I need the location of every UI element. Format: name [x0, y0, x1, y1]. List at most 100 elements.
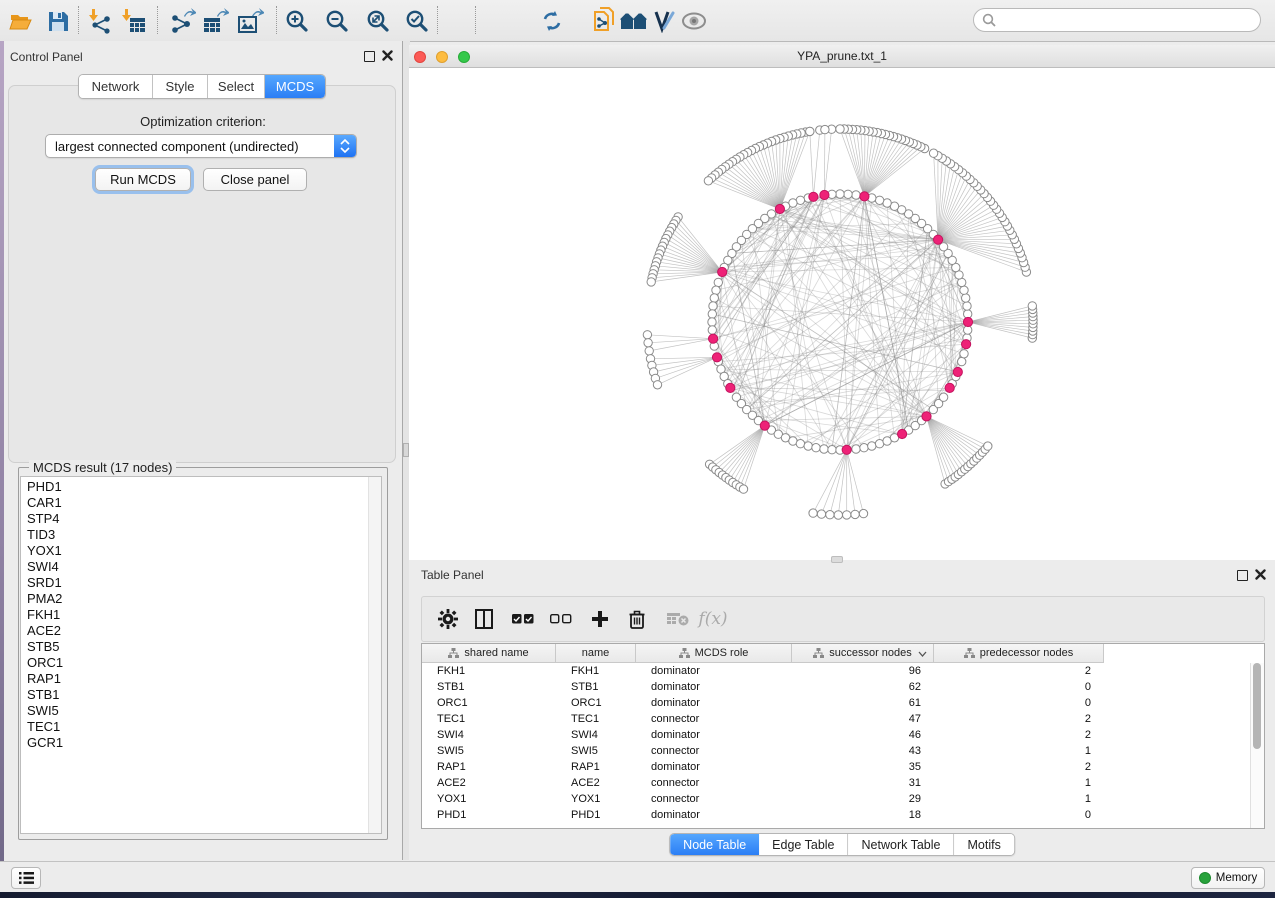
- mcds-result-item[interactable]: SWI4: [27, 559, 63, 575]
- select-all-columns-button[interactable]: [508, 604, 538, 634]
- network-node[interactable]: [644, 339, 652, 347]
- table-row[interactable]: SWI4SWI4dominator462: [422, 727, 1264, 743]
- table-row[interactable]: YOX1YOX1connector291: [422, 791, 1264, 807]
- network-node[interactable]: [739, 485, 747, 493]
- tab-motifs[interactable]: Motifs: [954, 834, 1013, 855]
- network-node[interactable]: [962, 294, 970, 302]
- network-node[interactable]: [709, 302, 717, 310]
- mcds-result-item[interactable]: SRD1: [27, 575, 63, 591]
- tab-network-table[interactable]: Network Table: [849, 834, 955, 855]
- mcds-result-item[interactable]: STB1: [27, 687, 63, 703]
- function-builder-button[interactable]: f(x): [698, 604, 728, 634]
- show-hide-button[interactable]: [678, 5, 710, 37]
- network-node[interactable]: [958, 357, 966, 365]
- close-panel-button[interactable]: Close panel: [203, 168, 307, 191]
- mcds-hub-node[interactable]: [860, 192, 869, 201]
- horizontal-splitter-handle[interactable]: [831, 556, 843, 563]
- open-session-button[interactable]: [5, 5, 37, 37]
- network-node[interactable]: [868, 442, 876, 450]
- network-node[interactable]: [826, 511, 834, 519]
- show-column-button[interactable]: [469, 604, 499, 634]
- optimization-criterion-select[interactable]: largest connected component (undirected): [45, 134, 357, 158]
- visual-properties-button[interactable]: [648, 5, 680, 37]
- mcds-hub-node[interactable]: [712, 353, 721, 362]
- search-box[interactable]: [973, 8, 1261, 32]
- mcds-result-item[interactable]: RAP1: [27, 671, 63, 687]
- network-node[interactable]: [1028, 302, 1036, 310]
- network-node[interactable]: [860, 444, 868, 452]
- network-node[interactable]: [984, 442, 992, 450]
- create-column-button[interactable]: [585, 604, 615, 634]
- tab-network[interactable]: Network: [79, 75, 153, 98]
- network-node[interactable]: [929, 149, 937, 157]
- network-node[interactable]: [796, 440, 804, 448]
- tab-mcds[interactable]: MCDS: [265, 75, 325, 98]
- tab-edge-table[interactable]: Edge Table: [759, 834, 848, 855]
- network-node[interactable]: [708, 310, 716, 318]
- network-node[interactable]: [820, 445, 828, 453]
- import-network-button[interactable]: [84, 5, 116, 37]
- mcds-hub-node[interactable]: [945, 383, 954, 392]
- network-node[interactable]: [939, 393, 947, 401]
- network-node[interactable]: [643, 331, 651, 339]
- mcds-hub-node[interactable]: [963, 317, 972, 326]
- mcds-result-item[interactable]: TEC1: [27, 719, 63, 735]
- column-header-name[interactable]: name: [556, 644, 636, 663]
- show-panels-menu-button[interactable]: [11, 867, 41, 889]
- network-node[interactable]: [817, 510, 825, 518]
- table-row[interactable]: PHD1PHD1dominator180: [422, 807, 1264, 823]
- import-table-button[interactable]: [117, 5, 149, 37]
- network-node[interactable]: [708, 318, 716, 326]
- network-node[interactable]: [844, 190, 852, 198]
- network-node[interactable]: [804, 442, 812, 450]
- delete-table-button[interactable]: [663, 604, 693, 634]
- share-document-button[interactable]: [588, 5, 620, 37]
- export-table-button[interactable]: [199, 5, 231, 37]
- network-node[interactable]: [960, 286, 968, 294]
- unselect-all-columns-button[interactable]: [546, 604, 576, 634]
- mcds-result-item[interactable]: STB5: [27, 639, 63, 655]
- tab-node-table[interactable]: Node Table: [670, 834, 759, 855]
- mcds-result-item[interactable]: PMA2: [27, 591, 63, 607]
- mcds-result-item[interactable]: TID3: [27, 527, 63, 543]
- network-canvas[interactable]: [409, 68, 1275, 560]
- mcds-hub-node[interactable]: [809, 192, 818, 201]
- network-node[interactable]: [859, 509, 867, 517]
- mcds-hub-node[interactable]: [726, 383, 735, 392]
- network-node[interactable]: [834, 511, 842, 519]
- tab-select[interactable]: Select: [208, 75, 265, 98]
- network-node[interactable]: [836, 190, 844, 198]
- network-node[interactable]: [647, 278, 655, 286]
- mcds-hub-node[interactable]: [934, 235, 943, 244]
- network-node[interactable]: [852, 445, 860, 453]
- column-header-shared-name[interactable]: shared name: [422, 644, 556, 663]
- table-scrollbar[interactable]: [1250, 663, 1264, 829]
- mcds-result-item[interactable]: PHD1: [27, 479, 63, 495]
- table-panel-float-button[interactable]: [1237, 570, 1248, 581]
- mcds-hub-node[interactable]: [718, 267, 727, 276]
- network-node[interactable]: [806, 127, 814, 135]
- network-node[interactable]: [851, 510, 859, 518]
- control-panel-float-button[interactable]: [364, 51, 375, 62]
- table-row[interactable]: ACE2ACE2connector311: [422, 775, 1264, 791]
- table-row[interactable]: TEC1TEC1connector472: [422, 711, 1264, 727]
- network-node[interactable]: [843, 511, 851, 519]
- mcds-result-item[interactable]: GCR1: [27, 735, 63, 751]
- mcds-hub-node[interactable]: [842, 445, 851, 454]
- network-node[interactable]: [653, 381, 661, 389]
- column-header-predecessor-nodes[interactable]: predecessor nodes: [934, 644, 1104, 663]
- table-row[interactable]: ORC1ORC1dominator610: [422, 695, 1264, 711]
- mcds-hub-node[interactable]: [760, 421, 769, 430]
- column-header-successor-nodes[interactable]: successor nodes: [792, 644, 934, 663]
- network-node[interactable]: [812, 444, 820, 452]
- mcds-hub-node[interactable]: [922, 412, 931, 421]
- save-session-button[interactable]: [42, 5, 74, 37]
- table-panel-close-button[interactable]: [1255, 569, 1266, 580]
- mcds-result-item[interactable]: ACE2: [27, 623, 63, 639]
- table-settings-button[interactable]: [433, 604, 463, 634]
- table-scrollbar-thumb[interactable]: [1253, 663, 1261, 749]
- network-window-titlebar[interactable]: YPA_prune.txt_1: [409, 45, 1275, 68]
- table-row[interactable]: RAP1RAP1dominator352: [422, 759, 1264, 775]
- mcds-hub-node[interactable]: [709, 334, 718, 343]
- run-mcds-button[interactable]: Run MCDS: [95, 168, 191, 191]
